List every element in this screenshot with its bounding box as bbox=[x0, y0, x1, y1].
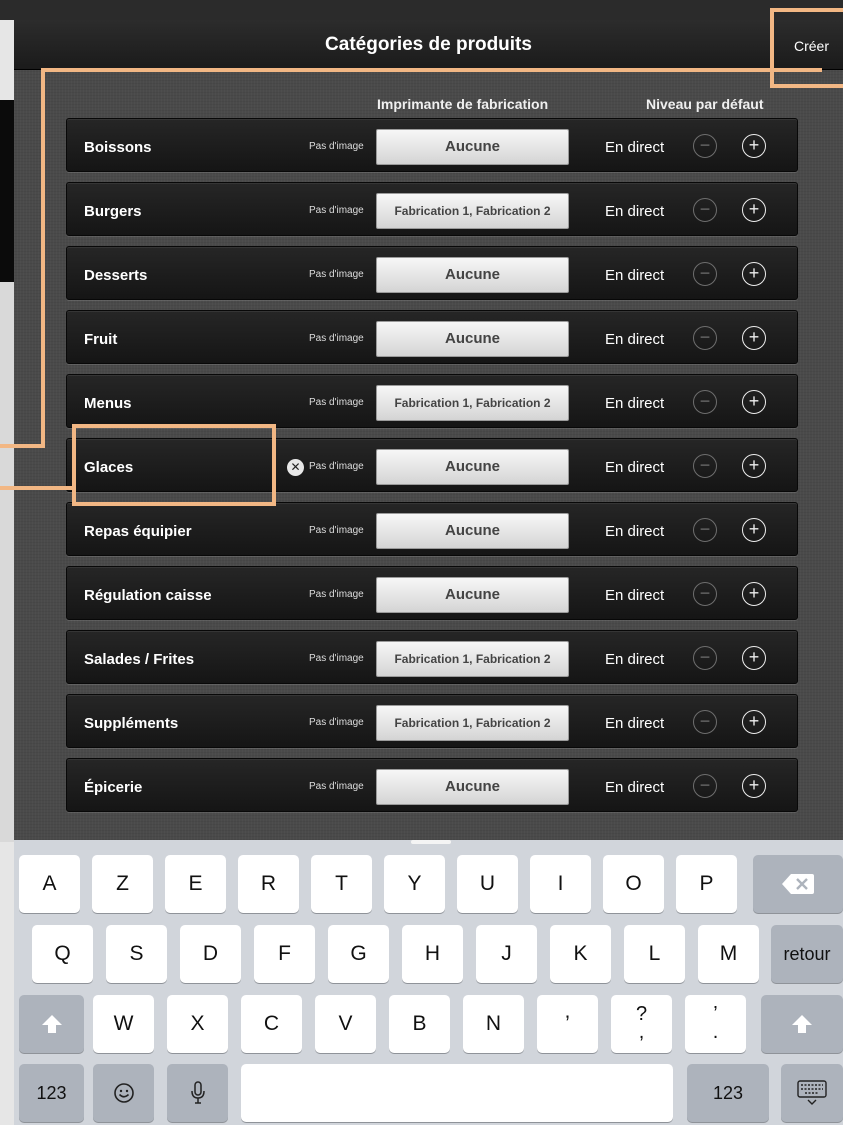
key-m[interactable]: M bbox=[698, 925, 759, 983]
category-name[interactable]: Régulation caisse bbox=[84, 587, 212, 604]
numbers-key-right[interactable]: 123 bbox=[687, 1064, 769, 1122]
question-comma-key[interactable]: ?, bbox=[611, 995, 672, 1053]
key-label-bottom: , bbox=[638, 1021, 645, 1043]
category-name[interactable]: Salades / Frites bbox=[84, 651, 194, 668]
key-a[interactable]: A bbox=[19, 855, 80, 913]
minus-circle-icon[interactable]: − bbox=[693, 646, 717, 670]
key-v[interactable]: V bbox=[315, 995, 376, 1053]
numbers-key-left[interactable]: 123 bbox=[19, 1064, 84, 1122]
key-l[interactable]: L bbox=[624, 925, 685, 983]
return-key[interactable]: retour bbox=[771, 925, 843, 983]
category-row[interactable]: Régulation caisse Pas d'image Aucune En dir… bbox=[66, 566, 798, 620]
plus-circle-icon[interactable]: + bbox=[742, 774, 766, 798]
status-strip bbox=[0, 0, 843, 20]
shift-key-left[interactable] bbox=[19, 995, 84, 1053]
shift-arrow-icon bbox=[41, 1015, 62, 1034]
key-k[interactable]: K bbox=[550, 925, 611, 983]
annotation-frame-list bbox=[41, 68, 822, 448]
key-e[interactable]: E bbox=[165, 855, 226, 913]
minus-circle-icon[interactable]: − bbox=[693, 582, 717, 606]
key-j[interactable]: J bbox=[476, 925, 537, 983]
keyboard-grabber[interactable] bbox=[411, 840, 451, 844]
plus-circle-icon[interactable]: + bbox=[742, 646, 766, 670]
hide-keyboard-key[interactable] bbox=[781, 1064, 843, 1122]
key-x[interactable]: X bbox=[167, 995, 228, 1053]
annotation-frame-category bbox=[72, 424, 276, 506]
plus-circle-icon[interactable]: + bbox=[742, 710, 766, 734]
minus-circle-icon[interactable]: − bbox=[693, 710, 717, 734]
default-level-value: En direct bbox=[605, 651, 665, 668]
backspace-key[interactable] bbox=[753, 855, 843, 913]
plus-circle-icon[interactable]: + bbox=[742, 582, 766, 606]
x-circle-icon[interactable]: ✕ bbox=[287, 459, 304, 476]
category-image-status[interactable]: Pas d'image bbox=[309, 717, 364, 728]
printer-select-button[interactable]: Aucune bbox=[376, 769, 569, 805]
microphone-icon bbox=[190, 1081, 205, 1105]
category-row[interactable]: Repas équipier Pas d'image Aucune En direct… bbox=[66, 502, 798, 556]
category-image-status[interactable]: Pas d'image bbox=[309, 525, 364, 536]
default-level-value: En direct bbox=[605, 459, 665, 476]
printer-select-button[interactable]: Fabrication 1, Fabrication 2 bbox=[376, 641, 569, 677]
page-title: Catégories de produits bbox=[325, 34, 532, 55]
space-key[interactable] bbox=[241, 1064, 673, 1122]
key-n[interactable]: N bbox=[463, 995, 524, 1053]
annotation-frame-create bbox=[770, 8, 843, 88]
key-u[interactable]: U bbox=[457, 855, 518, 913]
key-y[interactable]: Y bbox=[384, 855, 445, 913]
key-z[interactable]: Z bbox=[92, 855, 153, 913]
key-b[interactable]: B bbox=[389, 995, 450, 1053]
category-image-status[interactable]: Pas d'image bbox=[309, 589, 364, 600]
printer-select-button[interactable]: Aucune bbox=[376, 577, 569, 613]
navigation-bar: Catégories de produits Créer bbox=[14, 20, 843, 70]
default-level-value: En direct bbox=[605, 523, 665, 540]
plus-circle-icon[interactable]: + bbox=[742, 454, 766, 478]
category-row[interactable]: Épicerie Pas d'image Aucune En direct − + bbox=[66, 758, 798, 812]
category-name[interactable]: Suppléments bbox=[84, 715, 178, 732]
shift-arrow-icon bbox=[792, 1015, 812, 1034]
key-i[interactable]: I bbox=[530, 855, 591, 913]
quote-period-key[interactable]: ’. bbox=[685, 995, 746, 1053]
category-image-status[interactable]: Pas d'image bbox=[309, 781, 364, 792]
printer-select-button[interactable]: Aucune bbox=[376, 449, 569, 485]
key-r[interactable]: R bbox=[238, 855, 299, 913]
printer-select-button[interactable]: Fabrication 1, Fabrication 2 bbox=[376, 705, 569, 741]
key-s[interactable]: S bbox=[106, 925, 167, 983]
category-name[interactable]: Épicerie bbox=[84, 779, 142, 796]
key-h[interactable]: H bbox=[402, 925, 463, 983]
category-name[interactable]: Repas équipier bbox=[84, 523, 192, 540]
apostrophe-key[interactable]: ’ bbox=[537, 995, 598, 1053]
on-screen-keyboard: A Z E R T Y U I O P Q S D F G H J K L Mretour W X C V B N’?,’. 123… bbox=[14, 840, 843, 1125]
plus-circle-icon[interactable]: + bbox=[742, 518, 766, 542]
key-t[interactable]: T bbox=[311, 855, 372, 913]
dictation-key[interactable] bbox=[167, 1064, 228, 1122]
key-p[interactable]: P bbox=[676, 855, 737, 913]
category-image-status[interactable]: Pas d'image bbox=[309, 461, 364, 472]
minus-circle-icon[interactable]: − bbox=[693, 774, 717, 798]
annotation-connector bbox=[0, 486, 74, 490]
default-level-value: En direct bbox=[605, 715, 665, 732]
key-w[interactable]: W bbox=[93, 995, 154, 1053]
default-level-value: En direct bbox=[605, 587, 665, 604]
annotation-connector bbox=[0, 444, 45, 448]
minus-circle-icon[interactable]: − bbox=[693, 518, 717, 542]
key-label-bottom: . bbox=[712, 1021, 719, 1043]
key-o[interactable]: O bbox=[603, 855, 664, 913]
keyboard-dismiss-icon bbox=[797, 1080, 827, 1106]
key-d[interactable]: D bbox=[180, 925, 241, 983]
key-c[interactable]: C bbox=[241, 995, 302, 1053]
default-level-value: En direct bbox=[605, 779, 665, 796]
category-row[interactable]: Suppléments Pas d'image Fabrication 1, Fab… bbox=[66, 694, 798, 748]
emoji-key[interactable] bbox=[93, 1064, 154, 1122]
emoji-icon bbox=[113, 1083, 134, 1104]
backspace-icon bbox=[782, 874, 814, 895]
key-g[interactable]: G bbox=[328, 925, 389, 983]
category-image-status[interactable]: Pas d'image bbox=[309, 653, 364, 664]
category-row[interactable]: Salades / Frites Pas d'image Fabrication 1… bbox=[66, 630, 798, 684]
shift-key-right[interactable] bbox=[761, 995, 843, 1053]
key-q[interactable]: Q bbox=[32, 925, 93, 983]
minus-circle-icon[interactable]: − bbox=[693, 454, 717, 478]
printer-select-button[interactable]: Aucune bbox=[376, 513, 569, 549]
key-f[interactable]: F bbox=[254, 925, 315, 983]
